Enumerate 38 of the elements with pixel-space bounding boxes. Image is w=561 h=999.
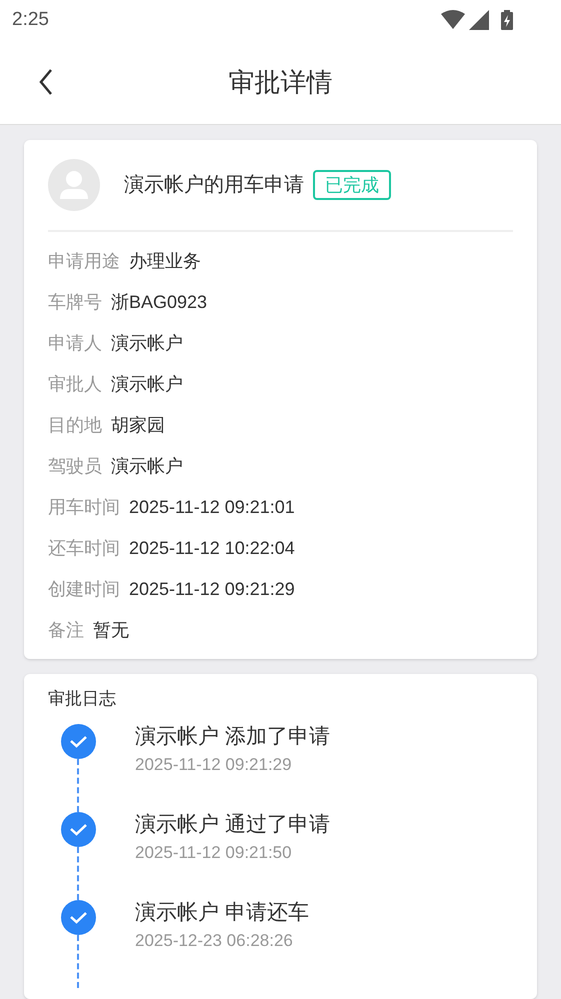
- page-title: 审批详情: [228, 66, 332, 98]
- status-badge: 已完成: [313, 170, 391, 200]
- log-entry-text: 演示帐户 添加了申请: [135, 724, 330, 750]
- field-value: 演示帐户: [111, 332, 183, 355]
- field-value: 2025-11-12 10:22:04: [129, 537, 295, 560]
- log-entry-time: 2025-12-23 06:28:26: [135, 930, 294, 952]
- field-value: 暂无: [93, 619, 129, 642]
- field-value: 2025-11-12 09:21:29: [129, 578, 295, 601]
- check-icon: [60, 724, 96, 758]
- field-value: 胡家园: [111, 414, 165, 437]
- field-label: 备注: [48, 619, 84, 642]
- field-label: 还车时间: [48, 537, 120, 560]
- field-label: 申请用途: [48, 250, 120, 273]
- field-value: 浙BAG0923: [111, 291, 208, 314]
- field-label: 审批人: [48, 373, 102, 396]
- battery-icon: [501, 10, 513, 30]
- status-time: 2:25: [12, 8, 49, 32]
- field-label: 驾驶员: [48, 455, 102, 478]
- check-icon: [60, 900, 96, 934]
- field-label: 创建时间: [48, 578, 120, 601]
- log-entry-text: 演示帐户 通过了申请: [135, 812, 330, 838]
- back-icon: [38, 68, 54, 96]
- field-value: 办理业务: [129, 250, 201, 273]
- field-value: 演示帐户: [111, 455, 183, 478]
- field-label: 用车时间: [48, 496, 120, 519]
- field-label: 申请人: [48, 332, 102, 355]
- log-entry-time: 2025-11-12 09:21:29: [135, 754, 293, 776]
- field-label: 车牌号: [48, 291, 102, 314]
- log-entry-time: 2025-11-12 09:21:50: [135, 842, 293, 864]
- wifi-icon: [441, 10, 465, 30]
- request-title: 演示帐户的用车申请: [124, 173, 304, 198]
- signal-icon: [469, 10, 489, 30]
- log-title: 审批日志: [48, 688, 117, 710]
- field-label: 目的地: [48, 414, 102, 437]
- field-value: 演示帐户: [111, 373, 183, 396]
- log-entry-text: 演示帐户 申请还车: [135, 900, 309, 926]
- field-value: 2025-11-12 09:21:01: [129, 496, 295, 519]
- check-icon: [60, 812, 96, 846]
